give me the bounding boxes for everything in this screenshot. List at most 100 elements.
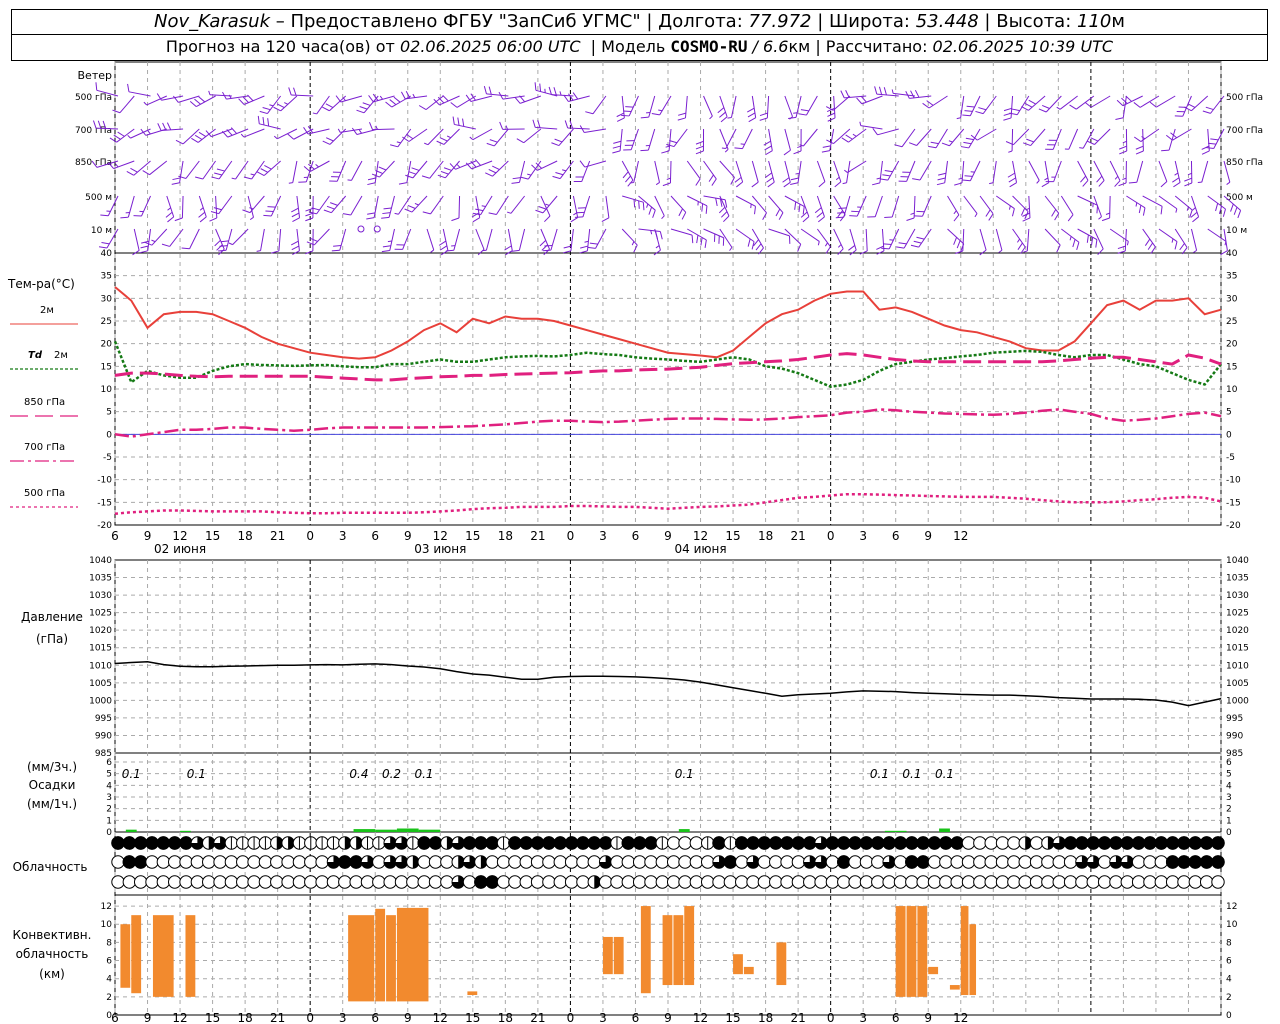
temp-xtick-label: 21	[530, 529, 545, 543]
temp-xtick-label: 9	[404, 529, 412, 543]
wind-barb	[647, 128, 656, 151]
wind-barb-feather	[759, 117, 768, 121]
wind-barb	[329, 128, 347, 145]
wind-barb-feather	[305, 217, 314, 222]
cloud-symbol	[530, 855, 545, 869]
wind-barb-feather	[817, 241, 820, 246]
wind-barb-feather	[1116, 99, 1124, 107]
wind-barb	[149, 160, 168, 176]
cloud-symbol	[553, 875, 567, 889]
wind-barb-feather	[486, 142, 495, 147]
wind-barb-feather	[1067, 214, 1074, 222]
temp-ytick-right: 0	[1226, 430, 1232, 440]
conv-cloud-bar	[602, 936, 613, 975]
wind-barb-feather	[198, 131, 207, 137]
wind-barb-feather	[1007, 172, 1016, 178]
wind-barb-feather	[695, 178, 701, 186]
cloud-symbol-fill	[871, 836, 885, 850]
wind-barb-feather	[1003, 107, 1012, 112]
bottom-xtick-label: 3	[339, 1011, 347, 1024]
wind-barb-feather	[414, 203, 419, 206]
temp-ytick-left: -15	[97, 498, 112, 508]
wind-barb-feather	[115, 163, 119, 168]
bottom-xtick-label: 3	[599, 1011, 607, 1024]
wind-barb-feather	[1179, 243, 1185, 251]
bottom-xtick-label: 0	[567, 1011, 575, 1024]
conv-cloud-bar	[684, 906, 695, 986]
cloud-symbol	[927, 875, 942, 889]
wind-barb-feather	[1008, 150, 1013, 153]
cloud-symbol-fill	[111, 836, 125, 850]
temp-xtick-label: 9	[664, 529, 672, 543]
cloud-symbol	[700, 855, 715, 869]
wind-barb	[280, 95, 298, 112]
wind-barb-feather	[655, 182, 660, 186]
cloud-symbol-fill	[939, 836, 953, 850]
wind-barb	[1030, 128, 1046, 146]
temp-ytick-right: 25	[1226, 317, 1237, 327]
wind-barb-feather	[256, 250, 261, 252]
wind-barb-feather	[876, 245, 884, 250]
wind-barb-feather	[390, 144, 398, 148]
cloud-symbol	[735, 875, 749, 889]
wind-barb	[402, 228, 412, 250]
cloud-symbol-fill	[791, 836, 806, 850]
wind-barb-feather	[881, 247, 890, 250]
wind-barb	[719, 160, 735, 178]
wind-barb-feather	[856, 97, 863, 105]
precip-bar	[396, 828, 419, 832]
wind-barb-feather	[1114, 175, 1119, 180]
wind-barb-feather	[1192, 207, 1196, 211]
wind-barb-feather	[440, 170, 449, 175]
press-ytick-left: 1010	[89, 661, 112, 671]
cloud-symbol	[1052, 875, 1066, 889]
cloud-symbol	[769, 875, 783, 889]
cloud-symbol	[496, 855, 511, 869]
bottom-xtick-label: 6	[892, 1011, 900, 1024]
wind-barb-feather	[462, 118, 465, 127]
wind-barb-feather	[483, 86, 487, 95]
wind-barb-feather	[717, 107, 725, 114]
wind-barb-feather	[633, 199, 636, 208]
wind-barb-feather	[837, 244, 842, 248]
wind-barb	[1124, 228, 1127, 251]
cloud-symbol	[961, 855, 976, 869]
wind-barb-feather	[720, 116, 728, 123]
cloud-symbol-fill	[485, 836, 499, 850]
cloud-symbol-fill	[417, 836, 431, 850]
wind-barb	[962, 228, 965, 252]
wind-barb	[913, 195, 916, 219]
wind-barb	[1053, 160, 1062, 182]
cloud-symbol-fill	[179, 836, 193, 850]
wind-barb-feather	[956, 240, 961, 249]
wind-barb-feather	[1135, 145, 1144, 150]
wind-barb-feather	[151, 239, 156, 243]
wind-barb-feather	[264, 164, 272, 170]
cloud-symbol	[224, 855, 239, 869]
bottom-xtick-label: 21	[790, 1011, 805, 1024]
wind-barb	[630, 128, 639, 150]
precip-ytick-right: 0	[1226, 828, 1232, 838]
cloud-symbol	[394, 875, 409, 889]
wind-barb-feather	[194, 98, 201, 105]
wind-barb-feather	[1122, 177, 1127, 180]
wind-barb-feather	[520, 176, 529, 180]
wind-barb-feather	[1023, 250, 1028, 253]
conv-cloud-bar	[613, 936, 624, 975]
precip-amount-label: 0.1	[122, 767, 141, 781]
wind-barb-feather	[793, 112, 798, 114]
conv-ytick-right: 10	[1226, 920, 1238, 930]
wind-barb	[742, 128, 753, 149]
precip-ytick-left: 6	[106, 758, 112, 768]
wind-barb	[426, 228, 435, 251]
cloud-symbol	[882, 875, 896, 889]
wind-barb	[874, 195, 883, 217]
wind-barb	[1155, 95, 1176, 108]
temp-xtick-label: 12	[953, 529, 968, 543]
wind-barb-feather	[356, 109, 365, 114]
temp-ytick-left: 40	[101, 249, 113, 259]
wind-barb-feather	[1041, 104, 1050, 109]
wind-barb-feather	[481, 205, 486, 207]
cloud-symbol-fill	[769, 836, 783, 850]
wind-barb-feather	[859, 121, 862, 126]
